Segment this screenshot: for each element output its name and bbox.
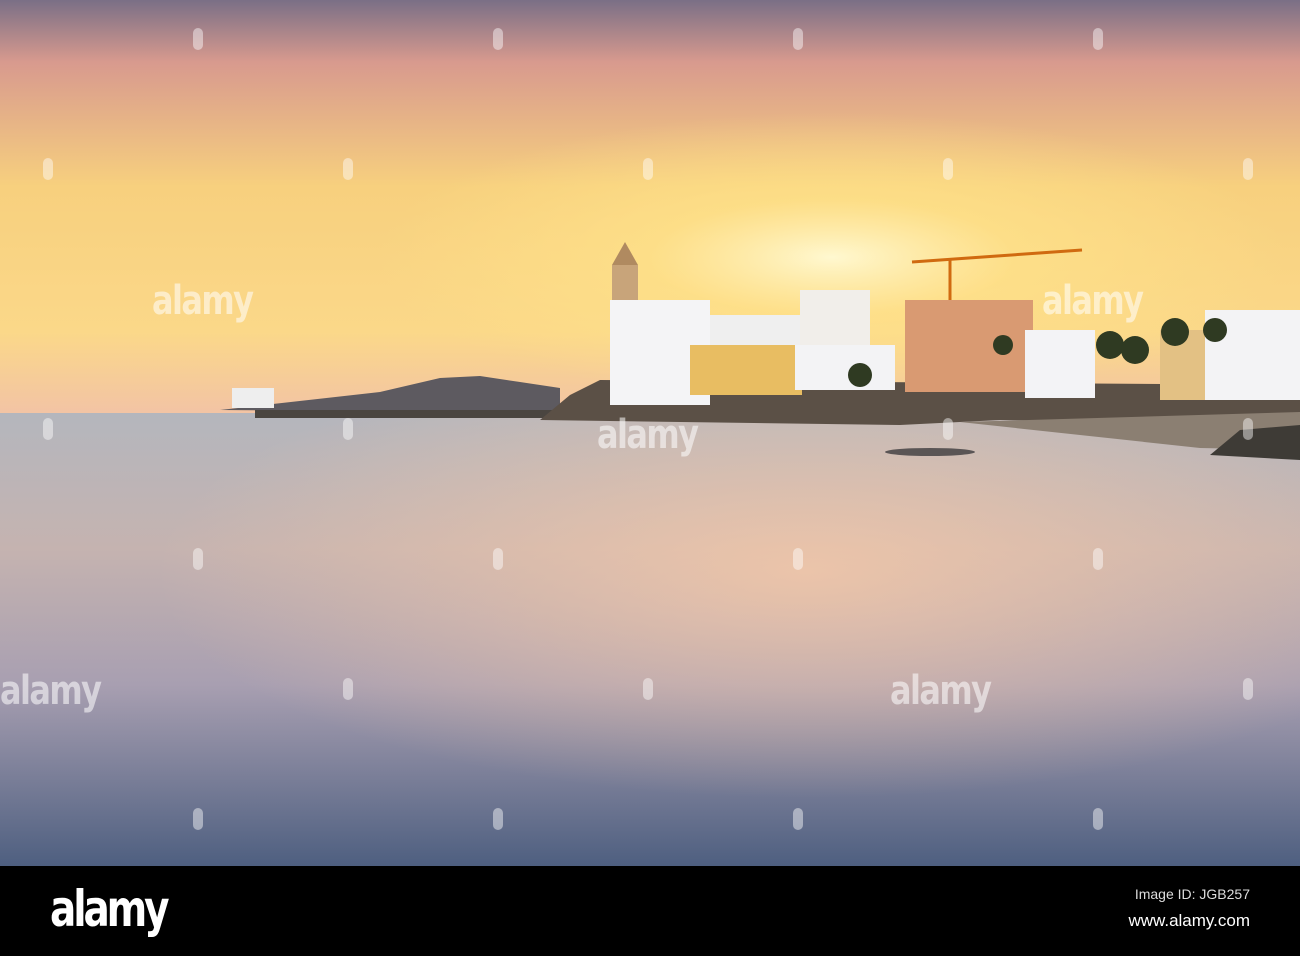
site-url-link[interactable]: www.alamy.com	[1128, 911, 1250, 931]
watermark-dot	[43, 158, 53, 180]
watermark-dot	[793, 808, 803, 830]
watermark-dot	[493, 28, 503, 50]
watermark-dot	[493, 548, 503, 570]
watermark-dot	[1093, 548, 1103, 570]
watermark-dot	[343, 158, 353, 180]
footer-bar: alamy Image ID: JGB257 www.alamy.com	[0, 866, 1300, 956]
watermark-dot	[193, 548, 203, 570]
image-id-label: Image ID: JGB257	[1134, 886, 1250, 902]
watermark-text: alamy	[0, 668, 102, 714]
watermark-dot	[43, 418, 53, 440]
watermark-dot	[343, 678, 353, 700]
stock-photo-page: alamy alamy alamy alamy alamy alamy Imag…	[0, 0, 1300, 956]
watermark-dot	[1243, 158, 1253, 180]
watermark-dot	[193, 28, 203, 50]
watermark-dot	[643, 158, 653, 180]
watermark-dot	[493, 808, 503, 830]
watermark-dot	[1093, 28, 1103, 50]
watermark-dot	[943, 418, 953, 440]
watermark-text: alamy	[597, 412, 699, 458]
watermark-dot	[643, 678, 653, 700]
watermark-dot	[343, 418, 353, 440]
watermark-dot	[193, 808, 203, 830]
watermark-dot	[943, 158, 953, 180]
watermark-dot	[793, 548, 803, 570]
watermark-text: alamy	[890, 668, 992, 714]
watermark-dot	[1093, 808, 1103, 830]
watermark-dot	[793, 28, 803, 50]
watermark-dot	[1243, 678, 1253, 700]
watermark-dot	[1243, 418, 1253, 440]
alamy-logo: alamy	[50, 880, 170, 938]
watermark-text: alamy	[1042, 278, 1144, 324]
watermark-text: alamy	[152, 278, 254, 324]
